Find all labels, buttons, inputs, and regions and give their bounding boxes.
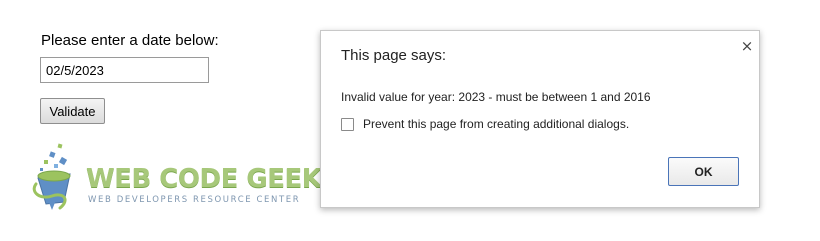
suppress-dialogs-row: Prevent this page from creating addition… (341, 116, 629, 132)
logo-title: WEB CODE GEEKS (86, 164, 340, 194)
page: Please enter a date below: Validate WEB … (0, 0, 820, 241)
web-code-geeks-logo: WEB CODE GEEKS WEB DEVELOPERS RESOURCE C… (30, 140, 340, 215)
close-icon[interactable]: × (740, 39, 754, 54)
dialog-message: Invalid value for year: 2023 - must be b… (341, 90, 651, 104)
web-code-geeks-logo-mark (32, 143, 71, 210)
validate-button[interactable]: Validate (40, 98, 105, 124)
logo-subtitle: WEB DEVELOPERS RESOURCE CENTER (88, 195, 301, 205)
suppress-dialogs-checkbox[interactable] (341, 117, 354, 131)
suppress-dialogs-label[interactable]: Prevent this page from creating addition… (363, 117, 629, 131)
ok-button[interactable]: OK (668, 157, 739, 186)
date-prompt-label: Please enter a date below: (41, 32, 219, 49)
alert-dialog: This page says: × Invalid value for year… (320, 30, 760, 208)
dialog-title: This page says: (341, 47, 447, 64)
date-input[interactable] (40, 57, 209, 83)
